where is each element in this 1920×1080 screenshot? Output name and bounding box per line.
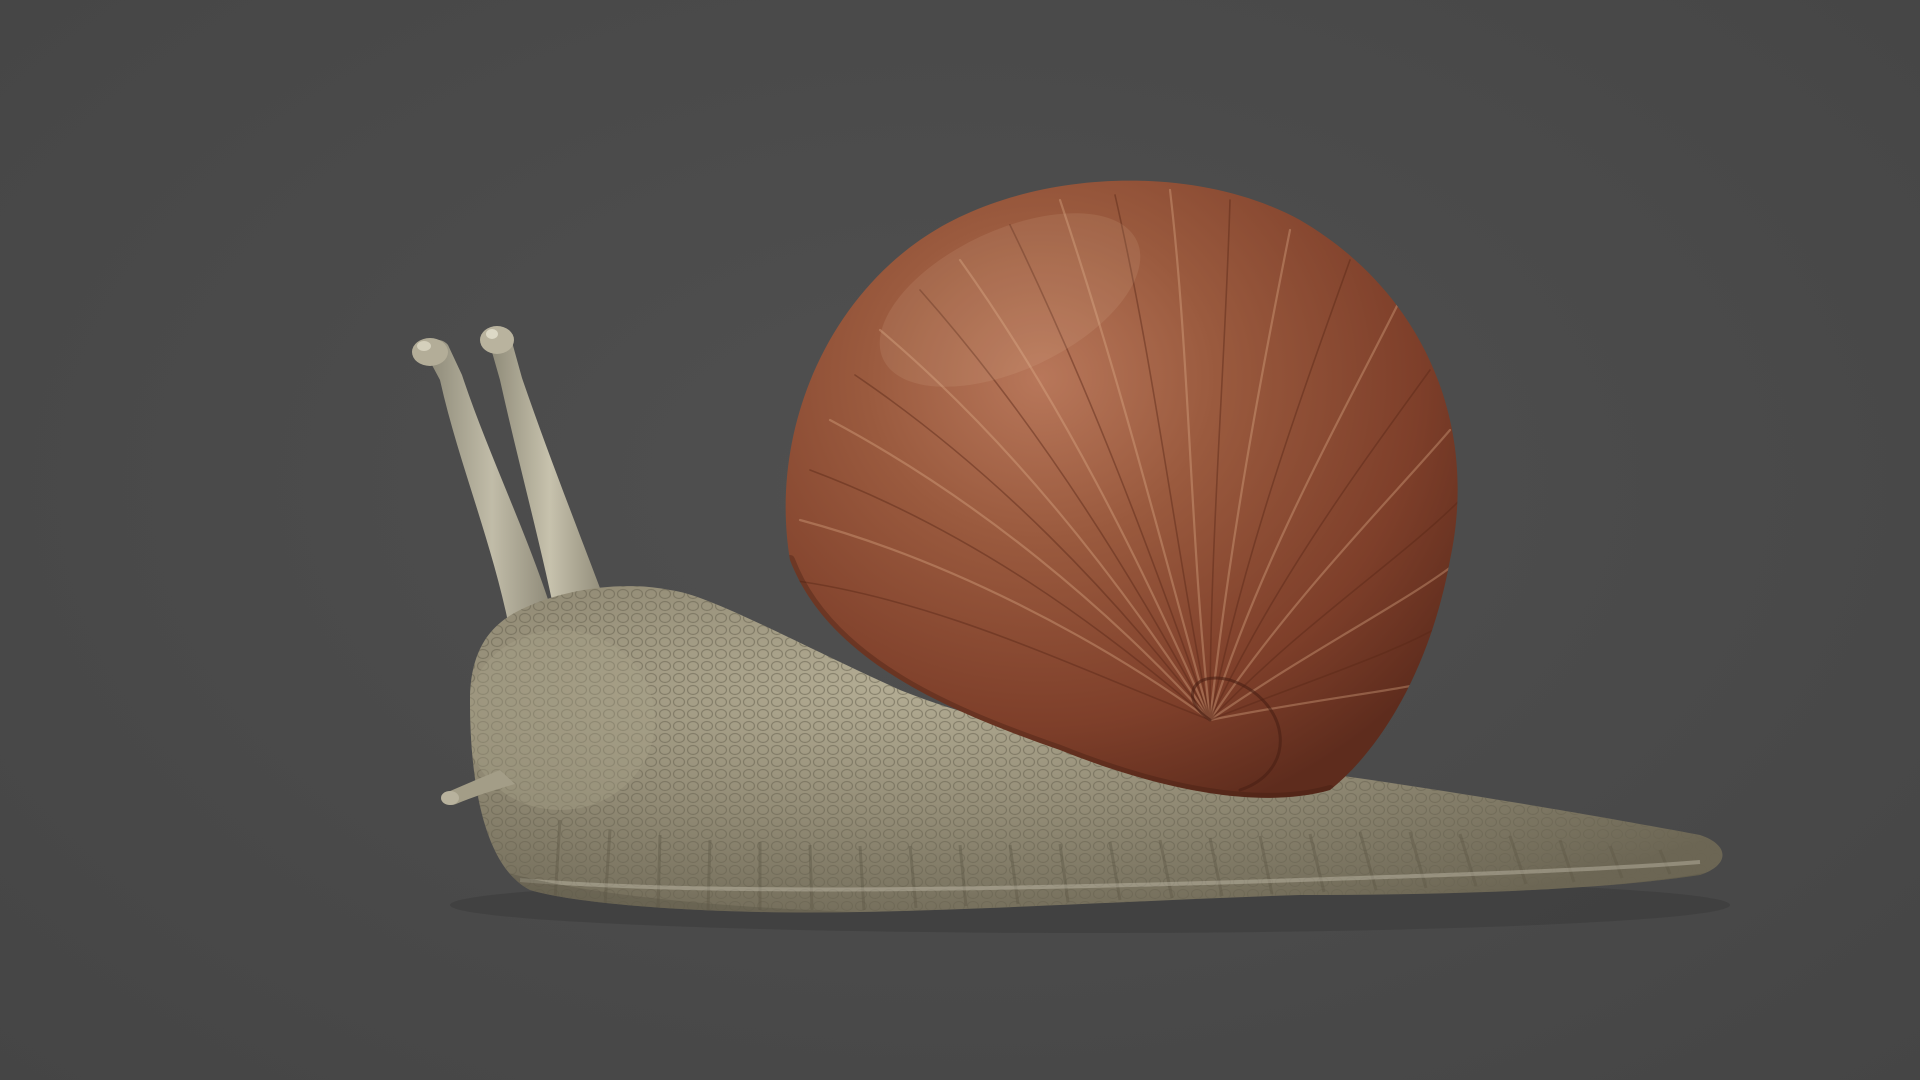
snail-render: [412, 180, 1730, 933]
render-viewport: [0, 0, 1920, 1080]
